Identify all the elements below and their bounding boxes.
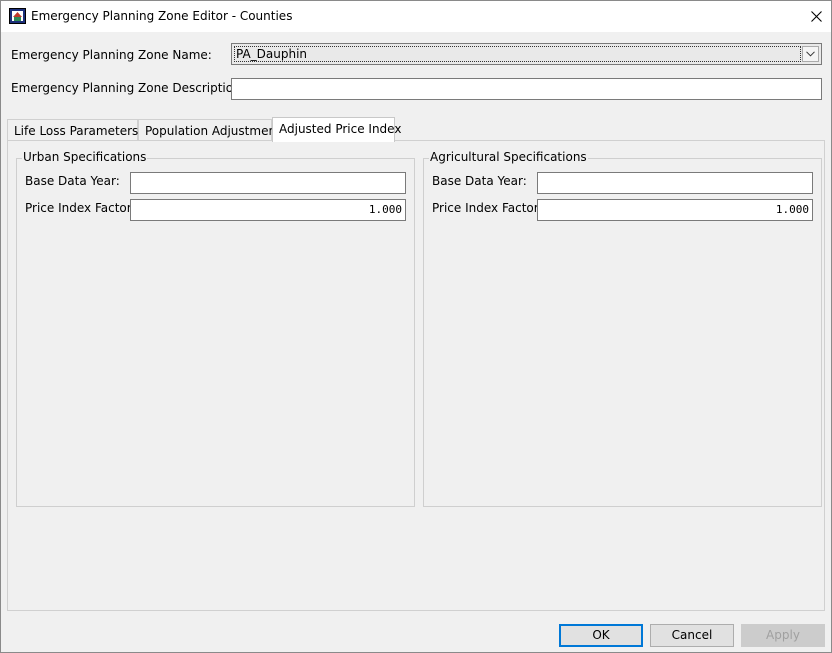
cancel-button[interactable]: Cancel — [650, 624, 734, 647]
zone-description-field[interactable] — [231, 78, 822, 100]
zone-name-value: PA_Dauphin — [234, 46, 801, 62]
chevron-down-icon — [806, 51, 815, 57]
agricultural-base-year-field[interactable] — [537, 172, 813, 194]
tab-population-adjustment[interactable]: Population Adjustment — [138, 119, 281, 141]
title-bar: Emergency Planning Zone Editor - Countie… — [1, 1, 831, 32]
ok-button[interactable]: OK — [559, 624, 643, 647]
zone-description-label: Emergency Planning Zone Description: — [11, 81, 245, 95]
close-button[interactable] — [801, 1, 831, 32]
app-icon — [9, 8, 26, 24]
apply-button[interactable]: Apply — [741, 624, 825, 647]
urban-specifications-group: Urban Specifications Base Data Year: Pri… — [16, 150, 415, 507]
close-icon — [810, 11, 822, 22]
urban-base-year-label: Base Data Year: — [25, 174, 120, 188]
agricultural-specifications-title: Agricultural Specifications — [429, 150, 588, 164]
urban-price-index-label: Price Index Factor: — [25, 201, 136, 215]
window-title: Emergency Planning Zone Editor - Countie… — [31, 9, 293, 23]
tab-life-loss-parameters[interactable]: Life Loss Parameters — [7, 119, 138, 141]
tab-adjusted-price-index[interactable]: Adjusted Price Index — [272, 117, 401, 142]
dialog-window: Emergency Planning Zone Editor - Countie… — [0, 0, 832, 653]
urban-specifications-title: Urban Specifications — [22, 150, 148, 164]
zone-name-label: Emergency Planning Zone Name: — [11, 48, 212, 62]
tab-panel-adjusted-price-index: Urban Specifications Base Data Year: Pri… — [7, 140, 825, 611]
agricultural-base-year-label: Base Data Year: — [432, 174, 527, 188]
agricultural-specifications-group: Agricultural Specifications Base Data Ye… — [423, 150, 822, 507]
urban-price-index-field[interactable]: 1.000 — [130, 199, 406, 221]
zone-name-dropdown[interactable]: PA_Dauphin — [231, 43, 822, 65]
agricultural-price-index-field[interactable]: 1.000 — [537, 199, 813, 221]
dropdown-arrow[interactable] — [802, 46, 819, 62]
urban-base-year-field[interactable] — [130, 172, 406, 194]
agricultural-price-index-label: Price Index Factor: — [432, 201, 543, 215]
